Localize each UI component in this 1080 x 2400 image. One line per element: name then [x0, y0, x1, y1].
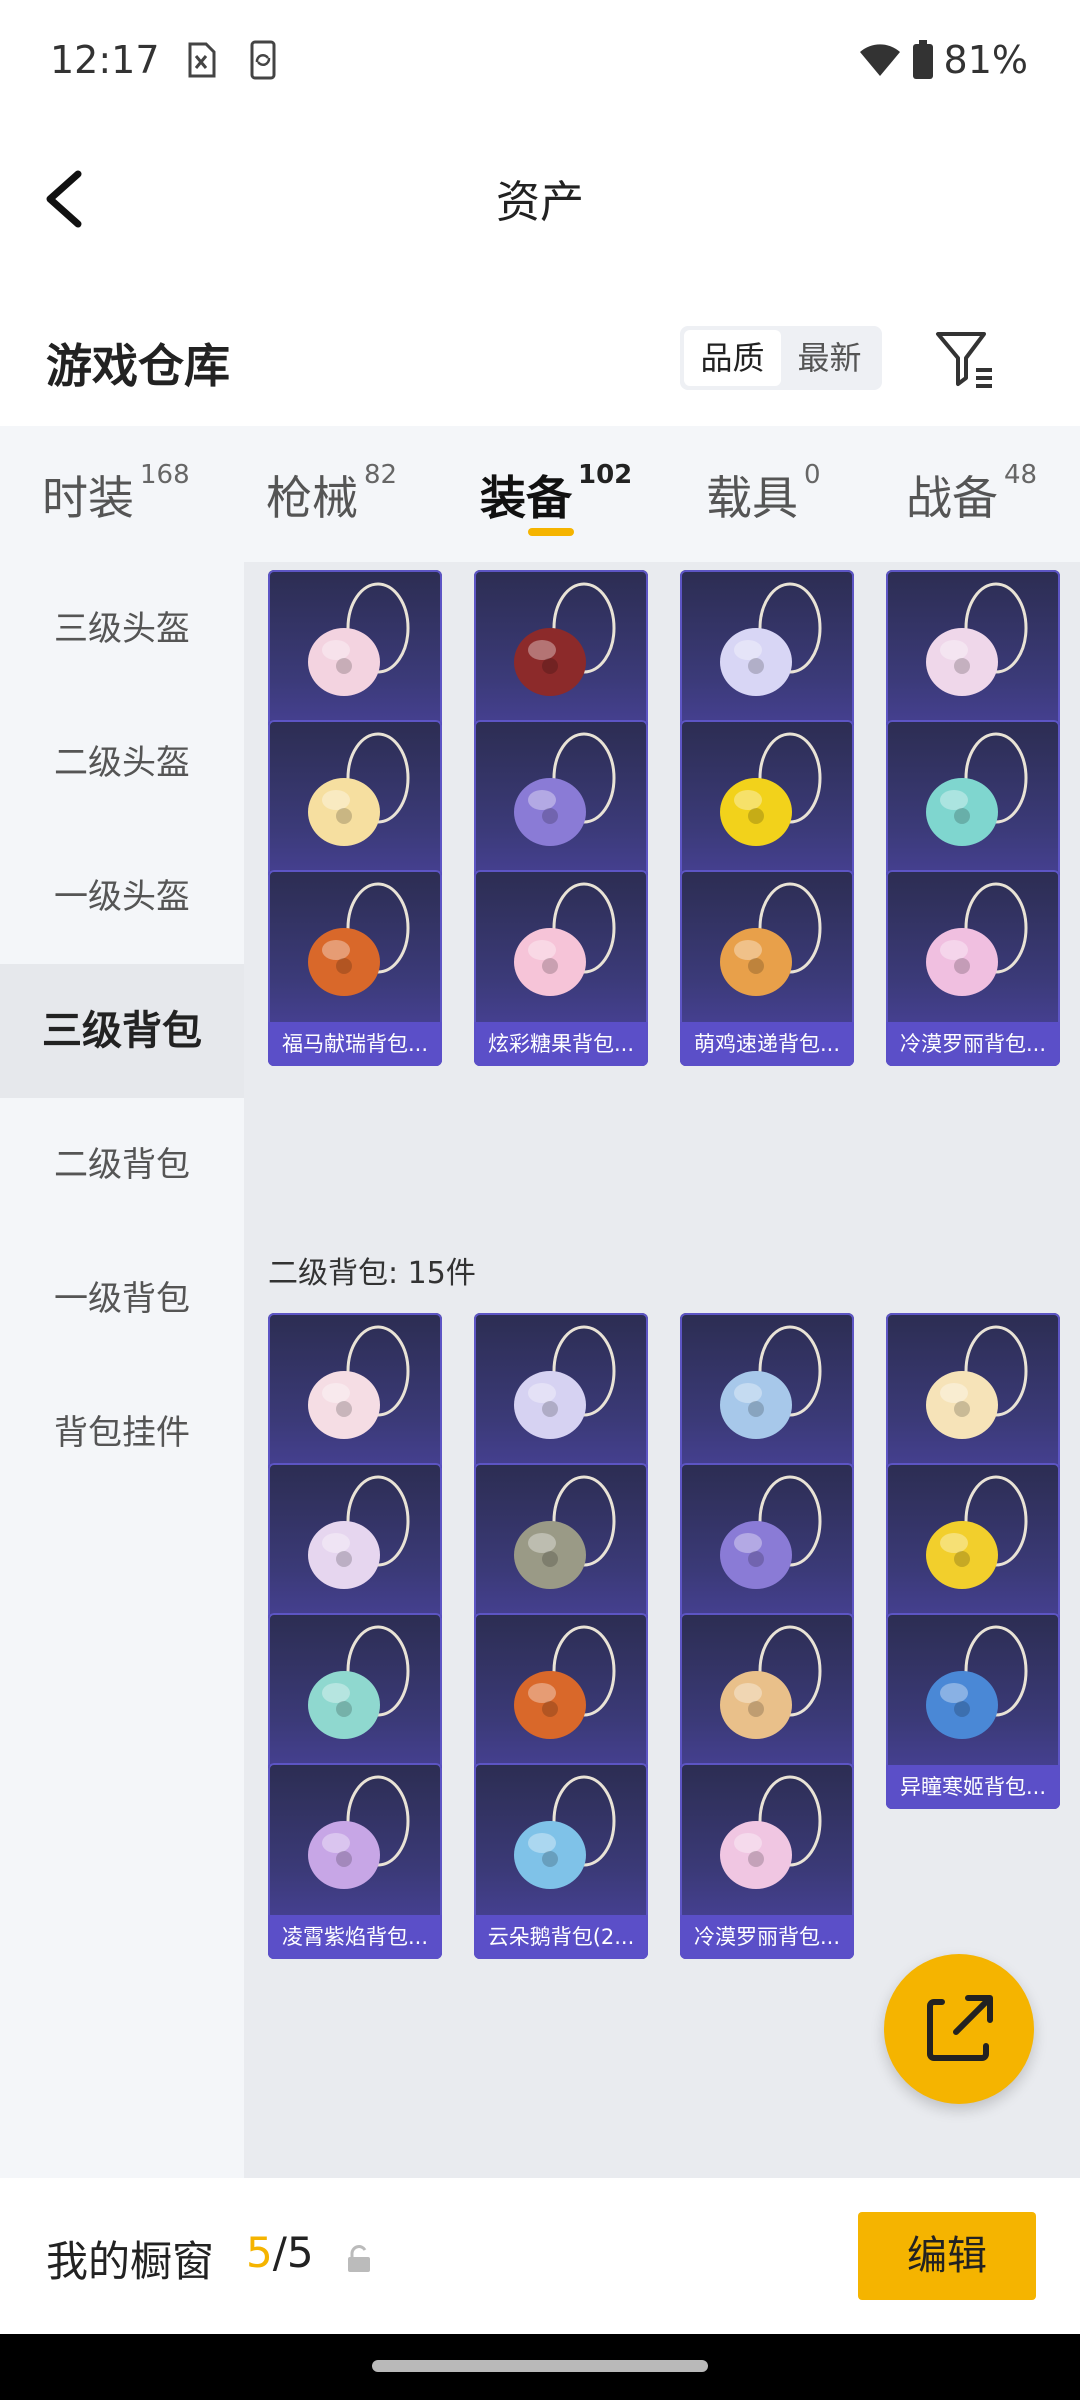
battery-percent: 81%	[943, 38, 1028, 82]
tab-firearms[interactable]: 枪械 82	[266, 460, 397, 528]
share-button[interactable]	[884, 1954, 1034, 2104]
item-card-label: 福马献瑞背包...	[268, 1022, 442, 1066]
sort-newest[interactable]: 最新	[781, 330, 878, 386]
backpack-icon	[720, 732, 822, 846]
item-card-label: 萌鸡速递背包...	[680, 1022, 854, 1066]
item-card[interactable]: 萌鸡速递背包...	[680, 870, 854, 1066]
active-tab-indicator	[528, 528, 574, 536]
wifi-icon	[859, 44, 900, 76]
system-nav-bar	[0, 2334, 1080, 2400]
backpack-icon	[926, 732, 1028, 846]
backpack-icon	[720, 1775, 822, 1889]
item-card[interactable]: 冷漠罗丽背包...	[680, 1763, 854, 1959]
sidebar-item-helmet-3[interactable]: 三级头盔	[0, 562, 244, 696]
item-card-label: 炫彩糖果背包...	[474, 1022, 648, 1066]
sort-quality[interactable]: 品质	[684, 330, 781, 386]
tab-equipment[interactable]: 装备 102	[480, 460, 632, 528]
item-card-label: 冷漠罗丽背包...	[680, 1915, 854, 1959]
share-icon	[927, 1995, 993, 2061]
item-card-label: 凌霄紫焰背包...	[268, 1915, 442, 1959]
backpack-icon	[308, 882, 410, 996]
warehouse-title: 游戏仓库	[46, 339, 230, 393]
backpack-icon	[720, 582, 822, 696]
backpack-icon	[720, 1625, 822, 1739]
backpack-icon	[514, 882, 616, 996]
backpack-icon	[514, 1625, 616, 1739]
backpack-icon	[308, 1475, 410, 1589]
status-right: 81%	[858, 38, 1028, 82]
item-card[interactable]: 福马献瑞背包...	[268, 870, 442, 1066]
tier2-section-label: 二级背包: 15件	[268, 1256, 476, 1291]
item-card[interactable]: 炫彩糖果背包...	[474, 870, 648, 1066]
item-card[interactable]: 异瞳寒姬背包...	[886, 1613, 1060, 1809]
category-tabs: 时装 168 枪械 82 装备 102 载具 0 战备 48	[0, 426, 1080, 562]
home-gesture-pill[interactable]	[372, 2360, 708, 2372]
backpack-icon	[514, 732, 616, 846]
sidebar-item-backpack-1[interactable]: 一级背包	[0, 1232, 244, 1366]
item-card-label: 冷漠罗丽背包...	[886, 1022, 1060, 1066]
phone-sync-icon	[250, 40, 276, 80]
backpack-icon	[308, 582, 410, 696]
backpack-icon	[514, 1775, 616, 1889]
backpack-icon	[308, 1625, 410, 1739]
item-card[interactable]: 云朵鹅背包(2...	[474, 1763, 648, 1959]
tab-vehicles[interactable]: 载具 0	[706, 460, 821, 528]
page-title: 资产	[496, 177, 584, 228]
item-card[interactable]: 凌霄紫焰背包...	[268, 1763, 442, 1959]
edit-button[interactable]: 编辑	[858, 2212, 1036, 2300]
item-card[interactable]: 冷漠罗丽背包...	[886, 870, 1060, 1066]
tab-supplies[interactable]: 战备 48	[906, 460, 1037, 528]
sidebar: 三级头盔 二级头盔 一级头盔 三级背包 二级背包 一级背包 背包挂件	[0, 562, 244, 2178]
showcase-count: 5/5	[246, 2228, 314, 2277]
backpack-icon	[514, 1325, 616, 1439]
sidebar-item-backpack-2[interactable]: 二级背包	[0, 1098, 244, 1232]
backpack-icon	[720, 882, 822, 996]
backpack-icon	[308, 1775, 410, 1889]
tab-fashion[interactable]: 时装 168	[42, 460, 190, 528]
sidebar-item-helmet-2[interactable]: 二级头盔	[0, 696, 244, 830]
warehouse-header: 游戏仓库 品质 最新	[0, 300, 1080, 420]
battery-icon	[912, 40, 933, 79]
backpack-icon	[926, 882, 1028, 996]
backpack-icon	[926, 1625, 1028, 1739]
status-time: 12:17	[50, 38, 160, 82]
sidebar-item-backpack-3[interactable]: 三级背包	[0, 964, 244, 1098]
backpack-icon	[720, 1325, 822, 1439]
backpack-icon	[926, 1325, 1028, 1439]
backpack-icon	[926, 1475, 1028, 1589]
sidebar-item-helmet-1[interactable]: 一级头盔	[0, 830, 244, 964]
backpack-icon	[514, 582, 616, 696]
lock-icon	[348, 2245, 370, 2272]
item-grid: 千金淑猫背包...荒原烈焰背包...满月旋律背包...彩旗巡礼背包...其乐融融…	[244, 562, 1080, 2178]
item-card-label: 云朵鹅背包(2...	[474, 1915, 648, 1959]
showcase-label: 我的橱窗	[46, 2237, 215, 2286]
backpack-icon	[308, 1325, 410, 1439]
backpack-icon	[514, 1475, 616, 1589]
backpack-icon	[720, 1475, 822, 1589]
item-card-label: 异瞳寒姬背包...	[886, 1765, 1060, 1809]
filter-icon[interactable]	[932, 326, 998, 392]
backpack-icon	[926, 582, 1028, 696]
sidebar-item-backpack-charm[interactable]: 背包挂件	[0, 1366, 244, 1500]
sim-off-icon	[188, 42, 216, 78]
status-bar: 12:17 81%	[0, 0, 1080, 126]
app-header: 资产	[0, 126, 1080, 266]
sort-toggle: 品质 最新	[680, 326, 882, 390]
backpack-icon	[308, 732, 410, 846]
showcase-bar: 我的橱窗 5/5 编辑	[0, 2178, 1080, 2334]
